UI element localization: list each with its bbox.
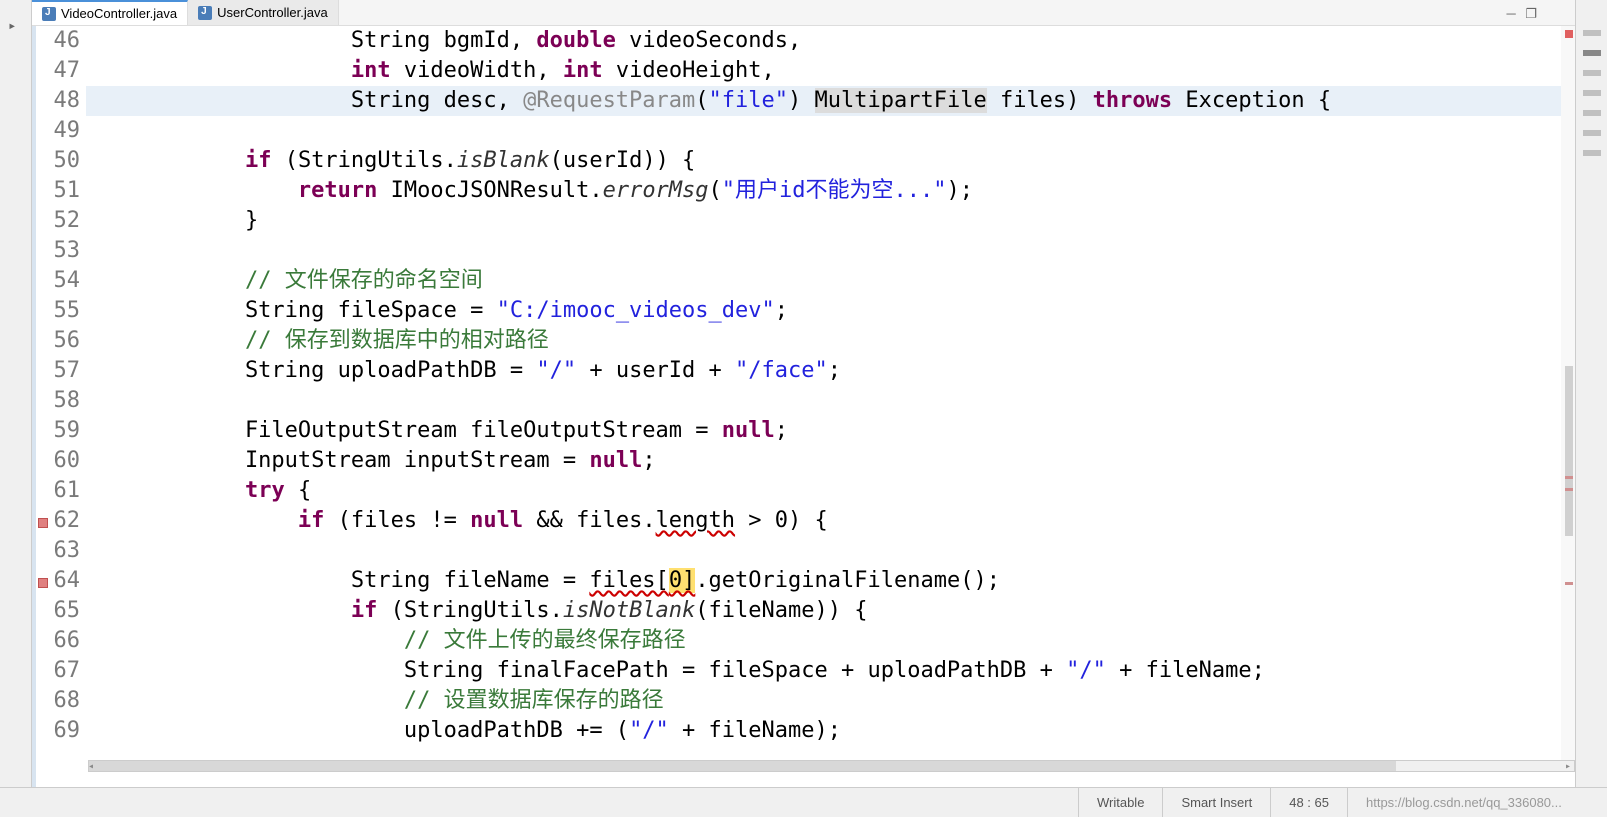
right-icon[interactable]: [1583, 150, 1601, 156]
toggle-icon[interactable]: ▸: [8, 18, 16, 34]
scrollbar-thumb[interactable]: [89, 761, 1396, 771]
error-marker-icon[interactable]: [38, 578, 48, 588]
status-bar: Writable Smart Insert 48 : 65 https://bl…: [0, 787, 1607, 817]
java-file-icon: [42, 7, 56, 21]
window-controls: ─ ❐: [1501, 6, 1538, 22]
java-file-icon: [198, 6, 212, 20]
minimize-icon[interactable]: ─: [1507, 6, 1516, 21]
overview-error-icon[interactable]: [1565, 30, 1573, 38]
code-area[interactable]: String bgmId, double videoSeconds, int v…: [86, 26, 1575, 787]
right-tool-margin: [1575, 0, 1607, 817]
maximize-icon[interactable]: ❐: [1525, 6, 1537, 22]
tab-bar: VideoController.java UserController.java…: [32, 0, 1575, 26]
overview-mark[interactable]: [1565, 582, 1573, 585]
tab-label: UserController.java: [217, 5, 328, 20]
scroll-left-icon[interactable]: ◂: [88, 761, 98, 771]
right-icon[interactable]: [1583, 30, 1601, 36]
right-icon[interactable]: [1583, 130, 1601, 136]
tab-user-controller[interactable]: UserController.java: [188, 0, 339, 25]
status-insert-mode[interactable]: Smart Insert: [1162, 788, 1270, 817]
error-marker-icon[interactable]: [38, 518, 48, 528]
editor[interactable]: 4647484950515253545556575859606162636465…: [32, 26, 1575, 787]
tab-label: VideoController.java: [61, 6, 177, 21]
overview-mark[interactable]: [1565, 488, 1573, 491]
horizontal-scrollbar[interactable]: ◂ ▸: [88, 760, 1575, 772]
right-icon[interactable]: [1583, 70, 1601, 76]
status-url: https://blog.csdn.net/qq_336080...: [1347, 788, 1607, 817]
tab-video-controller[interactable]: VideoController.java: [32, 0, 188, 25]
status-writable[interactable]: Writable: [1078, 788, 1162, 817]
scrollbar-thumb[interactable]: [1565, 366, 1573, 536]
line-number-gutter: 4647484950515253545556575859606162636465…: [32, 26, 86, 787]
right-icon[interactable]: [1583, 50, 1601, 56]
right-icon[interactable]: [1583, 110, 1601, 116]
status-cursor-pos[interactable]: 48 : 65: [1270, 788, 1347, 817]
left-tool-margin: ▸: [0, 0, 32, 817]
vertical-scrollbar[interactable]: [1561, 26, 1575, 760]
scroll-right-icon[interactable]: ▸: [1565, 761, 1575, 771]
right-icon[interactable]: [1583, 90, 1601, 96]
overview-mark[interactable]: [1565, 476, 1573, 479]
